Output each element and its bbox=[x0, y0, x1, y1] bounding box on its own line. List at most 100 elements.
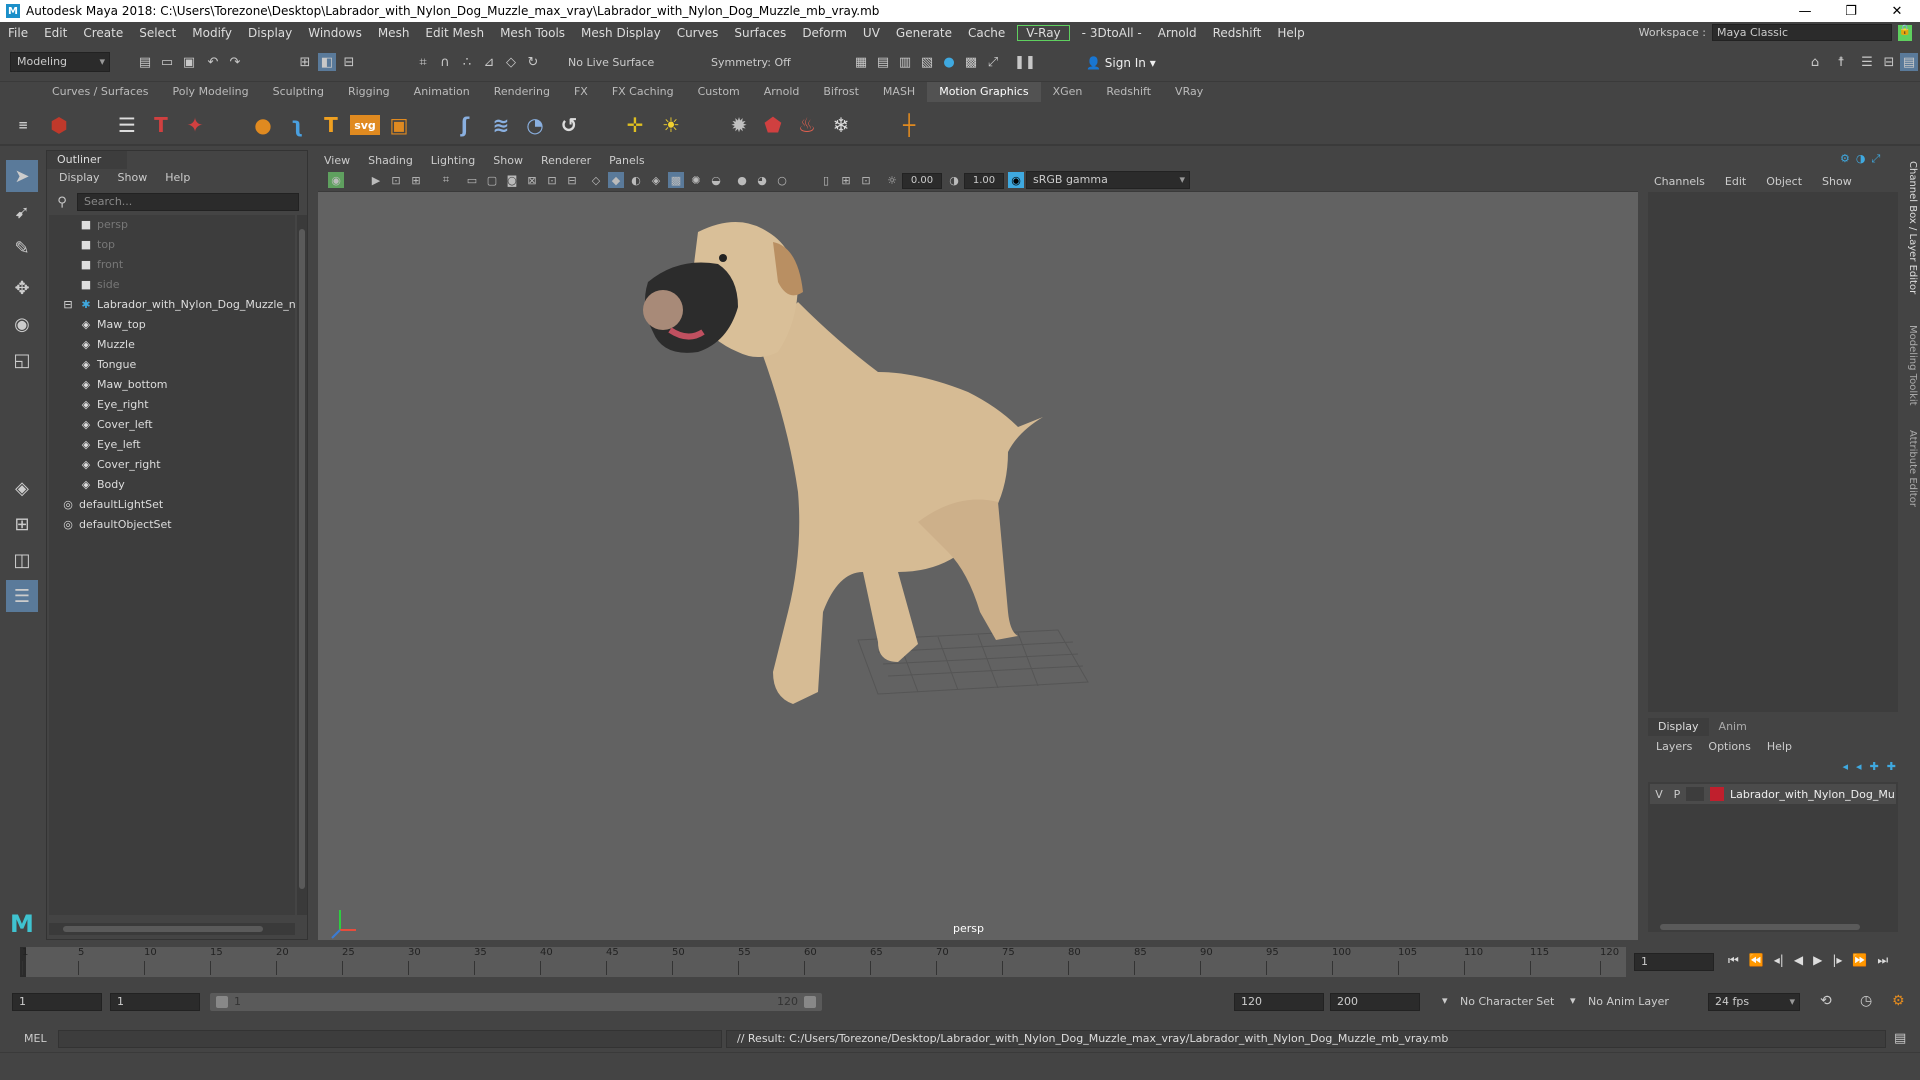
flat-shade-icon[interactable]: ◐ bbox=[628, 172, 644, 188]
channel-box-menu-channels[interactable]: Channels bbox=[1654, 172, 1705, 192]
snap-view-icon[interactable]: ⊿ bbox=[480, 53, 498, 71]
shadows-icon[interactable]: ◒ bbox=[708, 172, 724, 188]
menu-surfaces[interactable]: Surfaces bbox=[726, 26, 794, 40]
menu-3dtoall[interactable]: - 3DtoAll - bbox=[1074, 26, 1150, 40]
shelf-tab-custom[interactable]: Custom bbox=[686, 82, 752, 102]
move-tool-icon[interactable]: ✥ bbox=[6, 272, 38, 304]
gate-mask-icon[interactable]: ◙ bbox=[504, 172, 520, 188]
menu-vray[interactable]: V-Ray bbox=[1017, 25, 1070, 41]
playback-start-field[interactable]: 1 bbox=[110, 993, 200, 1011]
shelf-tab-arnold[interactable]: Arnold bbox=[752, 82, 812, 102]
minimize-button[interactable]: — bbox=[1782, 0, 1828, 22]
menu-file[interactable]: File bbox=[0, 26, 36, 40]
fps-select[interactable]: 24 fps bbox=[1708, 993, 1800, 1011]
xray-icon[interactable]: ⊞ bbox=[838, 172, 854, 188]
script-lang-toggle[interactable]: MEL bbox=[24, 1032, 47, 1045]
resolution-gate-icon[interactable]: ▢ bbox=[484, 172, 500, 188]
outliner-scrollbar[interactable] bbox=[297, 215, 307, 915]
menu-deform[interactable]: Deform bbox=[794, 26, 855, 40]
list-item[interactable]: ⊟ ✱ Labrador_with_Nylon_Dog_Muzzle_n bbox=[61, 295, 295, 315]
snap-point-icon[interactable]: ∴ bbox=[458, 53, 476, 71]
modeling-toolkit-icon[interactable]: ⌂ bbox=[1806, 53, 1824, 71]
safe-action-icon[interactable]: ⊡ bbox=[544, 172, 560, 188]
step-forward-key-icon[interactable]: ⏩ bbox=[1852, 953, 1867, 968]
range-end-handle[interactable] bbox=[804, 996, 816, 1008]
rotate-tool-icon[interactable]: ◉ bbox=[6, 308, 38, 340]
list-item[interactable]: ◎ defaultObjectSet bbox=[61, 515, 171, 535]
menu-edit-mesh[interactable]: Edit Mesh bbox=[417, 26, 492, 40]
color-management-icon[interactable]: ◉ bbox=[1008, 172, 1024, 188]
outliner-search-input[interactable]: Search... bbox=[77, 193, 299, 211]
grid-icon[interactable]: ⌗ bbox=[438, 172, 454, 188]
menu-modify[interactable]: Modify bbox=[184, 26, 240, 40]
play-backward-icon[interactable]: ◀ bbox=[1794, 953, 1803, 968]
paint-select-icon[interactable]: ✎ bbox=[6, 232, 38, 264]
shelf-tab-bifrost[interactable]: Bifrost bbox=[811, 82, 871, 102]
tab-attribute-editor[interactable]: Attribute Editor bbox=[1902, 430, 1918, 507]
list-item[interactable]: ◈ Maw_bottom bbox=[79, 375, 168, 395]
go-to-end-icon[interactable]: ⏭ bbox=[1877, 953, 1888, 968]
bookmark-icon[interactable]: ⊡ bbox=[388, 172, 404, 188]
shirt-icon[interactable]: ⬟ bbox=[758, 110, 788, 140]
shelf-tab-poly-modeling[interactable]: Poly Modeling bbox=[161, 82, 261, 102]
range-bar[interactable]: 1 120 bbox=[210, 993, 822, 1011]
gamma-field[interactable]: 1.00 bbox=[964, 173, 1004, 189]
anim-layer-select[interactable]: No Anim Layer bbox=[1588, 995, 1669, 1008]
xray-joints-icon[interactable]: ⊡ bbox=[858, 172, 874, 188]
layer-visibility-toggle[interactable]: V bbox=[1650, 788, 1668, 801]
viewport-menu-shading[interactable]: Shading bbox=[368, 152, 413, 170]
flare-icon[interactable]: ◔ bbox=[520, 110, 550, 140]
anim-prefs-icon[interactable]: ⚙ bbox=[1892, 993, 1905, 1009]
start-time-field[interactable]: 1 bbox=[12, 993, 102, 1011]
channel-box-help-icon[interactable]: ◑ bbox=[1856, 152, 1866, 168]
go-to-start-icon[interactable]: ⏮ bbox=[1728, 953, 1739, 968]
shelf-tab-vray[interactable]: VRay bbox=[1163, 82, 1215, 102]
list-item[interactable]: ■ side bbox=[79, 275, 120, 295]
list-item[interactable]: ◈ Cover_left bbox=[79, 415, 153, 435]
two-view-icon[interactable]: ◫ bbox=[6, 544, 38, 576]
collapse-icon[interactable]: ⊟ bbox=[61, 295, 75, 315]
time-ruler[interactable]: 1 5 10 15 20 25 30 35 40 45 50 55 60 65 … bbox=[20, 947, 1626, 977]
open-scene-icon[interactable]: ▭ bbox=[158, 53, 176, 71]
viewport-menu-panels[interactable]: Panels bbox=[609, 152, 644, 170]
menu-cache[interactable]: Cache bbox=[960, 26, 1013, 40]
ipr-render-icon[interactable]: ▥ bbox=[896, 53, 914, 71]
character-controls-icon[interactable]: ☨ bbox=[1832, 53, 1850, 71]
select-tool-icon[interactable]: ➤ bbox=[6, 160, 38, 192]
play-forward-icon[interactable]: ▶ bbox=[1813, 953, 1822, 968]
layer-menu-help[interactable]: Help bbox=[1767, 738, 1792, 756]
shelf-tab-redshift[interactable]: Redshift bbox=[1094, 82, 1163, 102]
wireframe-on-shaded-icon[interactable]: ◈ bbox=[648, 172, 664, 188]
render-view-icon[interactable]: ▩ bbox=[962, 53, 980, 71]
svg-icon[interactable]: svg bbox=[350, 115, 380, 135]
tab-modeling-toolkit[interactable]: Modeling Toolkit bbox=[1902, 325, 1918, 406]
step-back-key-icon[interactable]: ⏪ bbox=[1749, 953, 1764, 968]
crosshair-icon[interactable]: ┼ bbox=[894, 110, 924, 140]
snap-surface-icon[interactable]: ◇ bbox=[502, 53, 520, 71]
motion-blur-icon[interactable]: ◕ bbox=[754, 172, 770, 188]
lasso-tool-icon[interactable]: ➹ bbox=[6, 196, 38, 228]
list-icon[interactable]: ☰ bbox=[112, 110, 142, 140]
shelf-tab-sculpting[interactable]: Sculpting bbox=[261, 82, 336, 102]
single-view-icon[interactable]: ◈ bbox=[6, 472, 38, 504]
new-layer-icon[interactable]: ✚ bbox=[1870, 760, 1879, 778]
range-start-handle[interactable] bbox=[216, 996, 228, 1008]
locator-icon[interactable]: ✛ bbox=[620, 110, 650, 140]
new-scene-icon[interactable]: ▤ bbox=[136, 53, 154, 71]
layer-type-toggle[interactable] bbox=[1686, 787, 1704, 801]
channel-box-menu-object[interactable]: Object bbox=[1766, 172, 1802, 192]
twist-icon[interactable]: ↺ bbox=[554, 110, 584, 140]
menu-generate[interactable]: Generate bbox=[888, 26, 960, 40]
shelf-tab-fx[interactable]: FX bbox=[562, 82, 600, 102]
box-icon[interactable]: ▣ bbox=[384, 110, 414, 140]
select-component-icon[interactable]: ⊟ bbox=[340, 53, 358, 71]
snap-curve-icon[interactable]: ∩ bbox=[436, 53, 454, 71]
loop-icon[interactable]: ⟲ bbox=[1820, 993, 1832, 1009]
menu-mesh-tools[interactable]: Mesh Tools bbox=[492, 26, 573, 40]
gamma-icon[interactable]: ◑ bbox=[946, 172, 962, 188]
mash-network-icon[interactable]: ⬢ bbox=[44, 110, 74, 140]
anti-aliasing-icon[interactable]: ○ bbox=[774, 172, 790, 188]
channel-box-float-icon[interactable]: ⤢ bbox=[1871, 152, 1880, 168]
move-layer-down-icon[interactable]: ◂ bbox=[1856, 760, 1862, 778]
camera-attributes-icon[interactable]: ▶ bbox=[368, 172, 384, 188]
